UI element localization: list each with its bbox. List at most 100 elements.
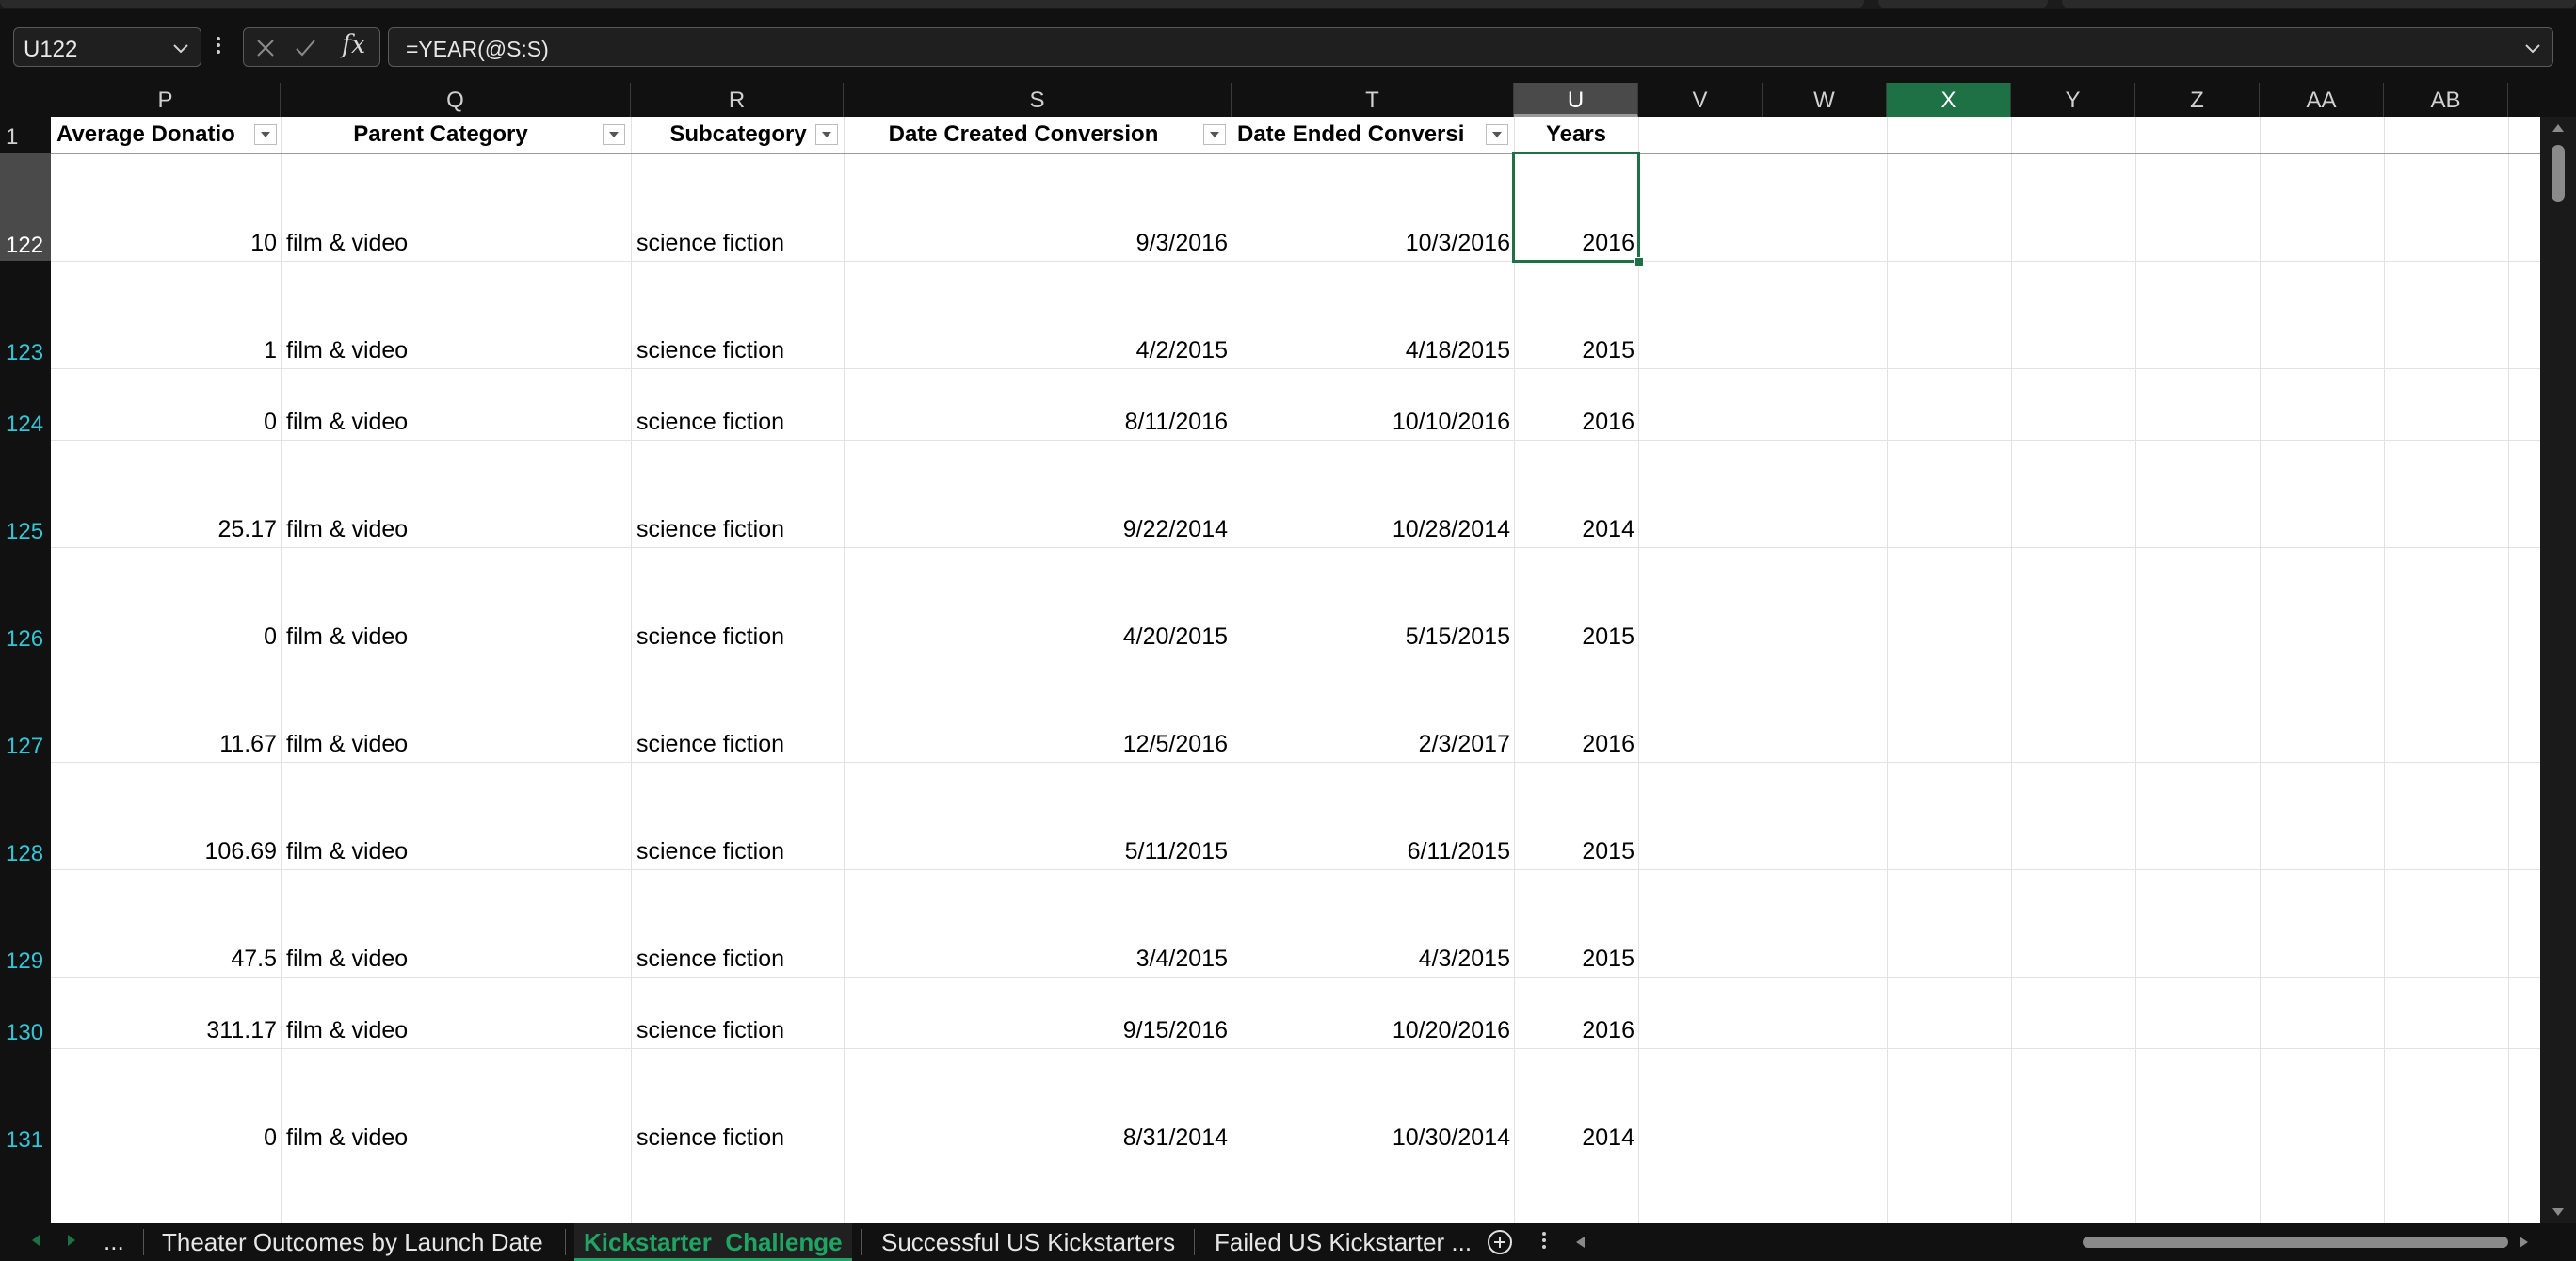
cell-average-donation[interactable]: 25.17 (51, 516, 277, 543)
more-options-icon[interactable] (215, 34, 222, 62)
add-sheet-icon[interactable] (1488, 1230, 1512, 1254)
spreadsheet-grid[interactable]: Average Donatio Parent Category Subcateg… (51, 117, 2540, 1223)
cell-average-donation[interactable]: 0 (51, 409, 277, 436)
select-all-corner[interactable] (0, 83, 51, 117)
filter-dropdown-icon[interactable] (1486, 124, 1508, 145)
cell-average-donation[interactable]: 106.69 (51, 838, 277, 865)
more-sheets-button[interactable]: ... (104, 1227, 124, 1256)
tab-scroll-left-icon[interactable] (32, 1235, 40, 1246)
formula-input[interactable]: =YEAR(@S:S) (388, 27, 2553, 67)
cell-subcategory[interactable]: science fiction (636, 623, 784, 651)
cell-date-created[interactable]: 9/22/2014 (844, 516, 1228, 543)
row-header[interactable]: 129 (0, 869, 51, 977)
expand-formula-bar-icon[interactable] (2522, 38, 2543, 58)
sheet-tab[interactable]: Failed US Kickstarter ... (1215, 1223, 1472, 1261)
cell-average-donation[interactable]: 47.5 (51, 946, 277, 973)
filter-dropdown-icon[interactable] (815, 124, 838, 145)
column-header[interactable]: Z (2135, 83, 2260, 117)
cell-average-donation[interactable]: 11.67 (51, 731, 277, 758)
cell-date-ended[interactable]: 2/3/2017 (1232, 731, 1510, 758)
row-header[interactable]: 125 (0, 440, 51, 547)
vertical-scroll-thumb[interactable] (2552, 145, 2565, 202)
column-header[interactable]: AA (2260, 83, 2384, 117)
cell-date-created[interactable]: 9/15/2016 (844, 1017, 1228, 1044)
scroll-right-icon[interactable] (2520, 1237, 2528, 1248)
cell-date-ended[interactable]: 10/30/2014 (1232, 1124, 1510, 1152)
cell-parent-category[interactable]: film & video (286, 337, 408, 364)
cell-years[interactable]: 2016 (1514, 731, 1634, 758)
sheet-tab-active[interactable]: Kickstarter_Challenge (574, 1223, 852, 1261)
cell-date-created[interactable]: 4/2/2015 (844, 337, 1228, 364)
cell-date-created[interactable]: 5/11/2015 (844, 838, 1228, 865)
column-header[interactable]: AB (2384, 83, 2508, 117)
row-header[interactable]: 126 (0, 547, 51, 655)
row-header[interactable]: 1 (0, 117, 51, 153)
cell-years[interactable]: 2014 (1514, 516, 1634, 543)
horizontal-scrollbar[interactable] (1572, 1231, 2533, 1253)
more-options-icon[interactable] (1540, 1229, 1548, 1257)
sheet-tab[interactable]: Successful US Kickstarters (881, 1223, 1175, 1261)
row-header[interactable]: 128 (0, 762, 51, 869)
header-date-created[interactable]: Date Created Conversion (844, 117, 1203, 153)
cell-date-created[interactable]: 8/11/2016 (844, 409, 1228, 436)
cell-years[interactable]: 2014 (1514, 1124, 1634, 1152)
cell-date-ended[interactable]: 4/3/2015 (1232, 946, 1510, 973)
cell-years[interactable]: 2015 (1514, 337, 1634, 364)
cell-date-ended[interactable]: 10/28/2014 (1232, 516, 1510, 543)
vertical-scrollbar[interactable] (2540, 117, 2576, 1223)
row-header[interactable]: 130 (0, 977, 51, 1048)
cell-subcategory[interactable]: science fiction (636, 409, 784, 436)
cell-date-created[interactable]: 12/5/2016 (844, 731, 1228, 758)
cell-parent-category[interactable]: film & video (286, 623, 408, 651)
cell-date-created[interactable]: 8/31/2014 (844, 1124, 1228, 1152)
column-header[interactable]: V (1638, 83, 1763, 117)
cell-subcategory[interactable]: science fiction (636, 230, 784, 257)
cell-subcategory[interactable]: science fiction (636, 731, 784, 758)
cell-parent-category[interactable]: film & video (286, 838, 408, 865)
cell-parent-category[interactable]: film & video (286, 1017, 408, 1044)
column-header[interactable]: P (51, 83, 281, 117)
scroll-up-icon[interactable] (2552, 124, 2564, 132)
cell-average-donation[interactable]: 0 (51, 1124, 277, 1152)
cell-date-ended[interactable]: 6/11/2015 (1232, 838, 1510, 865)
cell-subcategory[interactable]: science fiction (636, 516, 784, 543)
column-header[interactable]: R (631, 83, 844, 117)
cell-subcategory[interactable]: science fiction (636, 838, 784, 865)
cell-years[interactable]: 2015 (1514, 946, 1634, 973)
cell-average-donation[interactable]: 1 (51, 337, 277, 364)
chevron-down-icon[interactable] (170, 38, 191, 58)
fill-handle[interactable] (1634, 257, 1644, 267)
filter-dropdown-icon[interactable] (603, 124, 625, 145)
column-header[interactable]: T (1232, 83, 1514, 117)
header-average-donation[interactable]: Average Donatio (56, 117, 250, 153)
column-header[interactable]: S (844, 83, 1232, 117)
insert-function-icon[interactable]: fx (342, 30, 365, 59)
filter-dropdown-icon[interactable] (254, 124, 277, 145)
cell-date-ended[interactable]: 10/10/2016 (1232, 409, 1510, 436)
cell-subcategory[interactable]: science fiction (636, 946, 784, 973)
cell-date-created[interactable]: 3/4/2015 (844, 946, 1228, 973)
cell-average-donation[interactable]: 311.17 (51, 1017, 277, 1044)
row-header-selected[interactable]: 122 (0, 153, 51, 261)
cell-average-donation[interactable]: 0 (51, 623, 277, 651)
horizontal-scroll-thumb[interactable] (2083, 1237, 2508, 1248)
column-header-selected[interactable]: U (1514, 83, 1638, 117)
cell-date-ended[interactable]: 4/18/2015 (1232, 337, 1510, 364)
name-box[interactable]: U122 (13, 27, 201, 67)
cell-parent-category[interactable]: film & video (286, 1124, 408, 1152)
cell-subcategory[interactable]: science fiction (636, 1017, 784, 1044)
cell-date-created[interactable]: 4/20/2015 (844, 623, 1228, 651)
cell-years[interactable]: 2015 (1514, 838, 1634, 865)
header-date-ended[interactable]: Date Ended Conversi (1237, 117, 1484, 153)
column-header-highlighted[interactable]: X (1887, 83, 2011, 117)
cell-average-donation[interactable]: 10 (51, 230, 277, 257)
row-header[interactable]: 124 (0, 368, 51, 440)
enter-icon[interactable] (291, 34, 319, 62)
cell-date-ended[interactable]: 5/15/2015 (1232, 623, 1510, 651)
scroll-left-icon[interactable] (1576, 1237, 1585, 1248)
scroll-down-icon[interactable] (2552, 1208, 2564, 1216)
cell-parent-category[interactable]: film & video (286, 731, 408, 758)
cell-parent-category[interactable]: film & video (286, 230, 408, 257)
row-header[interactable]: 127 (0, 655, 51, 762)
tab-scroll-right-icon[interactable] (68, 1235, 75, 1246)
